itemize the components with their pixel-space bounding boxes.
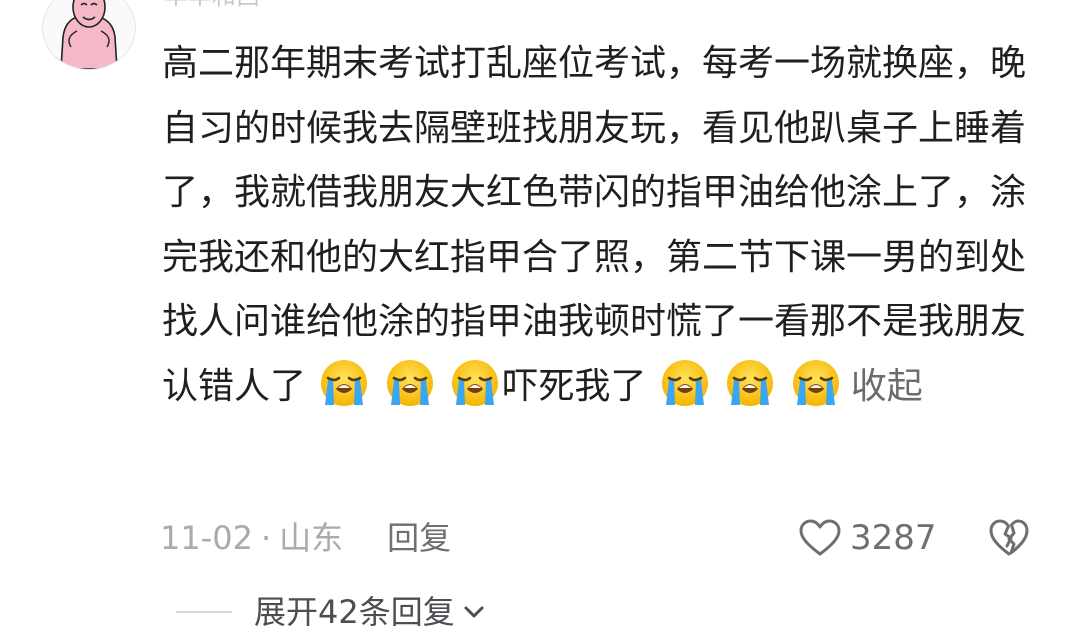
expand-divider-line: [176, 611, 232, 613]
loudly-crying-face-emoji-icon: [386, 359, 433, 406]
comment-meta: 11-02 · 山东 回复: [160, 518, 451, 558]
loudly-crying-face-emoji-icon: [792, 359, 839, 406]
like-button[interactable]: 3287: [798, 518, 937, 558]
comment-location: 山东: [279, 519, 344, 557]
collapse-button[interactable]: 收起: [851, 366, 923, 407]
username[interactable]: 羊羊和西: [164, 0, 260, 8]
loudly-crying-face-emoji-icon: [452, 359, 499, 406]
emoji-run-1: [306, 359, 502, 407]
like-count: 3287: [850, 518, 937, 558]
loudly-crying-face-emoji-icon: [321, 359, 368, 406]
chevron-down-icon: [464, 606, 484, 618]
comment-text: 高二那年期末考试打乱座位考试，每考一场就换座，晚自习的时候我去隔壁班找朋友玩，看…: [162, 32, 1042, 420]
loudly-crying-face-emoji-icon: [661, 359, 708, 406]
heart-icon: [799, 519, 841, 556]
comment-date: 11-02: [160, 519, 253, 557]
broken-heart-icon: [989, 519, 1029, 556]
meta-separator: ·: [260, 519, 272, 557]
expand-replies-label: 展开42条回复: [254, 593, 455, 631]
reply-button[interactable]: 回复: [387, 519, 451, 557]
expand-replies-button[interactable]: 展开42条回复: [176, 592, 487, 632]
comment-body-tail: 吓死我了: [502, 365, 647, 407]
user-avatar[interactable]: [42, 0, 136, 70]
emoji-run-2: [646, 359, 842, 407]
loudly-crying-face-emoji-icon: [727, 359, 774, 406]
comment-body: 高二那年期末考试打乱座位考试，每考一场就换座，晚自习的时候我去隔壁班找朋友玩，看…: [162, 43, 1027, 407]
dislike-button[interactable]: [988, 518, 1030, 558]
